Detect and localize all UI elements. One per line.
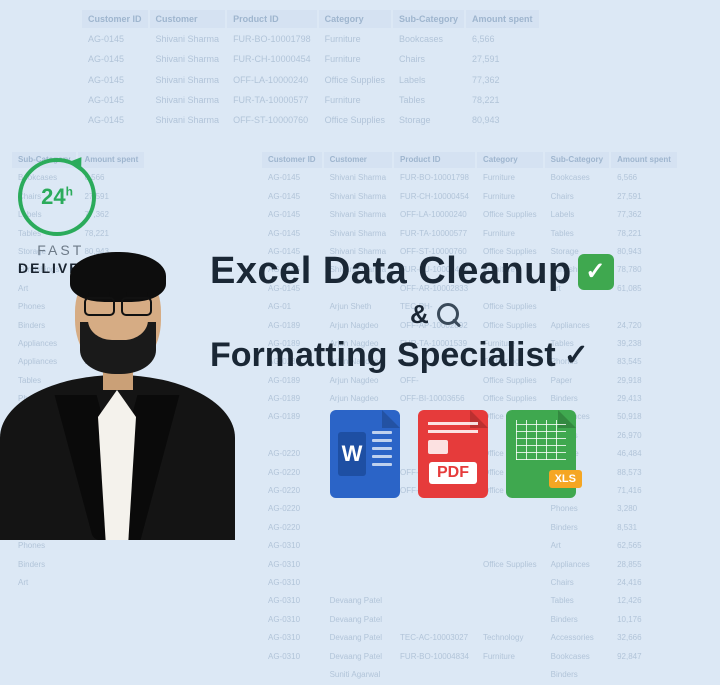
magnifier-icon <box>435 302 461 328</box>
hours-unit: h <box>66 185 73 199</box>
headline-amp: & <box>410 299 700 330</box>
word-file-icon: W <box>330 410 400 498</box>
person-portrait <box>0 250 235 540</box>
bg-table-top: Customer IDCustomerProduct IDCategorySub… <box>80 8 541 131</box>
headline-line2: Formatting Specialist ✓ <box>210 336 700 375</box>
checkmark-box-icon: ✓ <box>578 254 614 290</box>
pdf-label: PDF <box>429 462 477 484</box>
clock-ring-icon: 24h <box>18 158 96 236</box>
checkmark-icon: ✓ <box>564 338 589 373</box>
hours-number: 24 <box>41 184 65 209</box>
xls-file-icon: XLS <box>506 410 576 498</box>
headline-block: Excel Data Cleanup ✓ & Formatting Specia… <box>210 250 700 375</box>
headline-line1: Excel Data Cleanup ✓ <box>210 250 700 293</box>
word-letter: W <box>338 432 366 476</box>
file-icons-row: W PDF XLS <box>330 410 576 498</box>
pdf-file-icon: PDF <box>418 410 488 498</box>
xls-label: XLS <box>549 470 582 488</box>
headline-line1-text: Excel Data Cleanup <box>210 250 572 293</box>
ampersand: & <box>410 299 429 330</box>
headline-line2-text: Formatting Specialist <box>210 336 556 375</box>
